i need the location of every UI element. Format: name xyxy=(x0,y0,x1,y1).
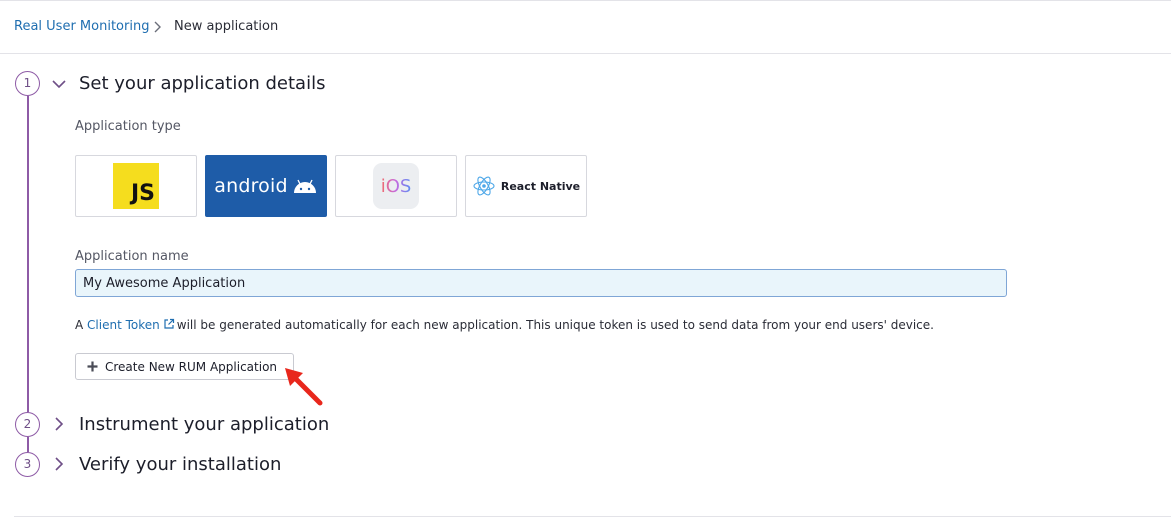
client-token-link[interactable]: Client Token xyxy=(87,318,160,332)
app-type-ios[interactable]: iOS xyxy=(335,155,457,217)
step-connector-2 xyxy=(27,437,29,452)
chevron-right-icon xyxy=(154,21,161,33)
chevron-right-icon[interactable] xyxy=(51,416,67,432)
breadcrumb-current: New application xyxy=(174,19,279,34)
breadcrumb-link-rum[interactable]: Real User Monitoring xyxy=(14,19,149,34)
ios-logo-icon: iOS xyxy=(373,163,419,209)
app-type-react-native[interactable]: React Native xyxy=(465,155,587,217)
annotation-arrow-icon xyxy=(285,368,323,406)
client-token-info: A Client Token will be generated automat… xyxy=(75,318,934,332)
plus-icon xyxy=(87,361,98,372)
create-rum-application-button[interactable]: Create New RUM Application xyxy=(75,353,294,380)
app-type-js[interactable]: JS xyxy=(75,155,197,217)
application-type-label: Application type xyxy=(75,119,181,134)
step-number-3: 3 xyxy=(15,452,40,477)
app-type-android[interactable]: android xyxy=(205,155,327,217)
chevron-down-icon[interactable] xyxy=(51,76,67,92)
application-name-input[interactable] xyxy=(75,269,1007,297)
step-number-2: 2 xyxy=(15,412,40,437)
external-link-icon[interactable] xyxy=(163,318,175,330)
application-name-label: Application name xyxy=(75,249,189,264)
android-robot-icon xyxy=(293,179,316,193)
react-logo-icon xyxy=(473,176,495,196)
step-number-1: 1 xyxy=(15,71,40,96)
step-connector-1 xyxy=(27,96,29,412)
step-title-2[interactable]: Instrument your application xyxy=(79,414,329,435)
react-native-label: React Native xyxy=(500,179,581,193)
divider xyxy=(14,516,1171,517)
breadcrumb: Real User Monitoring New application xyxy=(0,0,1171,54)
step-title-3[interactable]: Verify your installation xyxy=(79,454,281,475)
step-title-1[interactable]: Set your application details xyxy=(79,73,325,94)
chevron-right-icon[interactable] xyxy=(51,456,67,472)
javascript-logo-icon: JS xyxy=(113,163,159,209)
android-logo-text: android xyxy=(214,175,288,197)
